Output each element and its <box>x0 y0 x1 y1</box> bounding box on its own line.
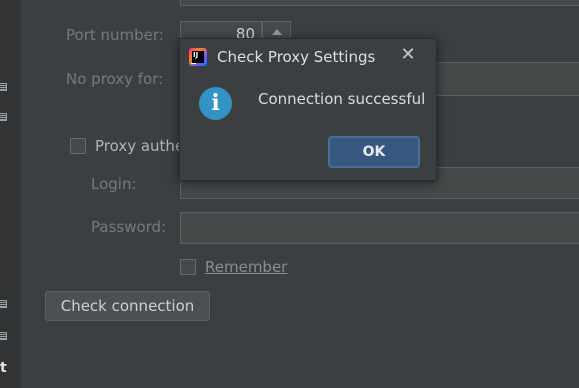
tool-window-icon[interactable] <box>0 83 7 91</box>
strip-edge-label: t <box>0 360 7 376</box>
password-label: Password: <box>91 218 167 236</box>
login-label: Login: <box>91 175 137 193</box>
proxy-auth-label[interactable]: Proxy authe <box>95 137 184 155</box>
check-proxy-dialog: IJ Check Proxy Settings ✕ i Connection s… <box>179 38 437 181</box>
tool-window-icon[interactable] <box>0 332 7 340</box>
ok-button[interactable]: OK <box>328 136 420 168</box>
tool-window-icon[interactable] <box>0 300 7 308</box>
remember-checkbox[interactable] <box>180 259 196 275</box>
no-proxy-label: No proxy for: <box>66 70 164 88</box>
dialog-message: Connection successful <box>258 90 426 108</box>
password-input[interactable] <box>180 212 579 244</box>
app-logo-icon: IJ <box>189 48 207 66</box>
remember-label[interactable]: Remember <box>205 258 287 276</box>
spinner-up-icon <box>272 29 282 35</box>
tool-window-icon[interactable] <box>0 113 7 121</box>
proxy-auth-label-text: Proxy authe <box>95 137 185 155</box>
check-connection-button[interactable]: Check connection <box>45 291 210 321</box>
app-logo-mark: IJ <box>192 51 204 63</box>
port-number-label: Port number: <box>66 26 164 44</box>
host-field[interactable] <box>180 0 579 6</box>
dialog-title: Check Proxy Settings <box>217 48 376 66</box>
close-icon[interactable]: ✕ <box>398 45 418 65</box>
info-icon: i <box>199 87 232 120</box>
left-tool-strip: t <box>0 0 21 388</box>
proxy-auth-checkbox[interactable] <box>70 138 86 154</box>
